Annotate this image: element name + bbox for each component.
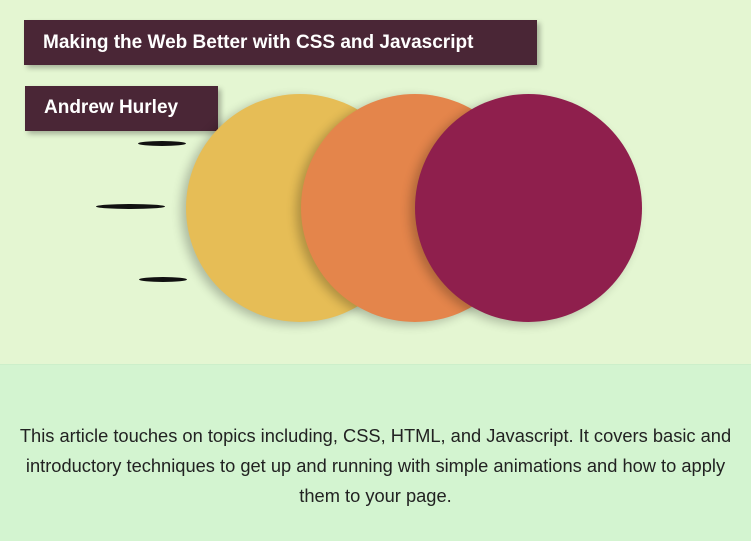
author-name: Andrew Hurley — [25, 86, 218, 131]
maroon-circle — [415, 94, 642, 322]
article-title: Making the Web Better with CSS and Javas… — [24, 20, 537, 65]
motion-line-bottom — [139, 277, 187, 282]
motion-line-middle — [96, 204, 165, 209]
motion-line-top — [138, 141, 186, 146]
hero-section: Making the Web Better with CSS and Javas… — [0, 0, 751, 364]
article-summary: This article touches on topics including… — [19, 425, 732, 507]
summary-section: This article touches on topics including… — [0, 364, 751, 541]
